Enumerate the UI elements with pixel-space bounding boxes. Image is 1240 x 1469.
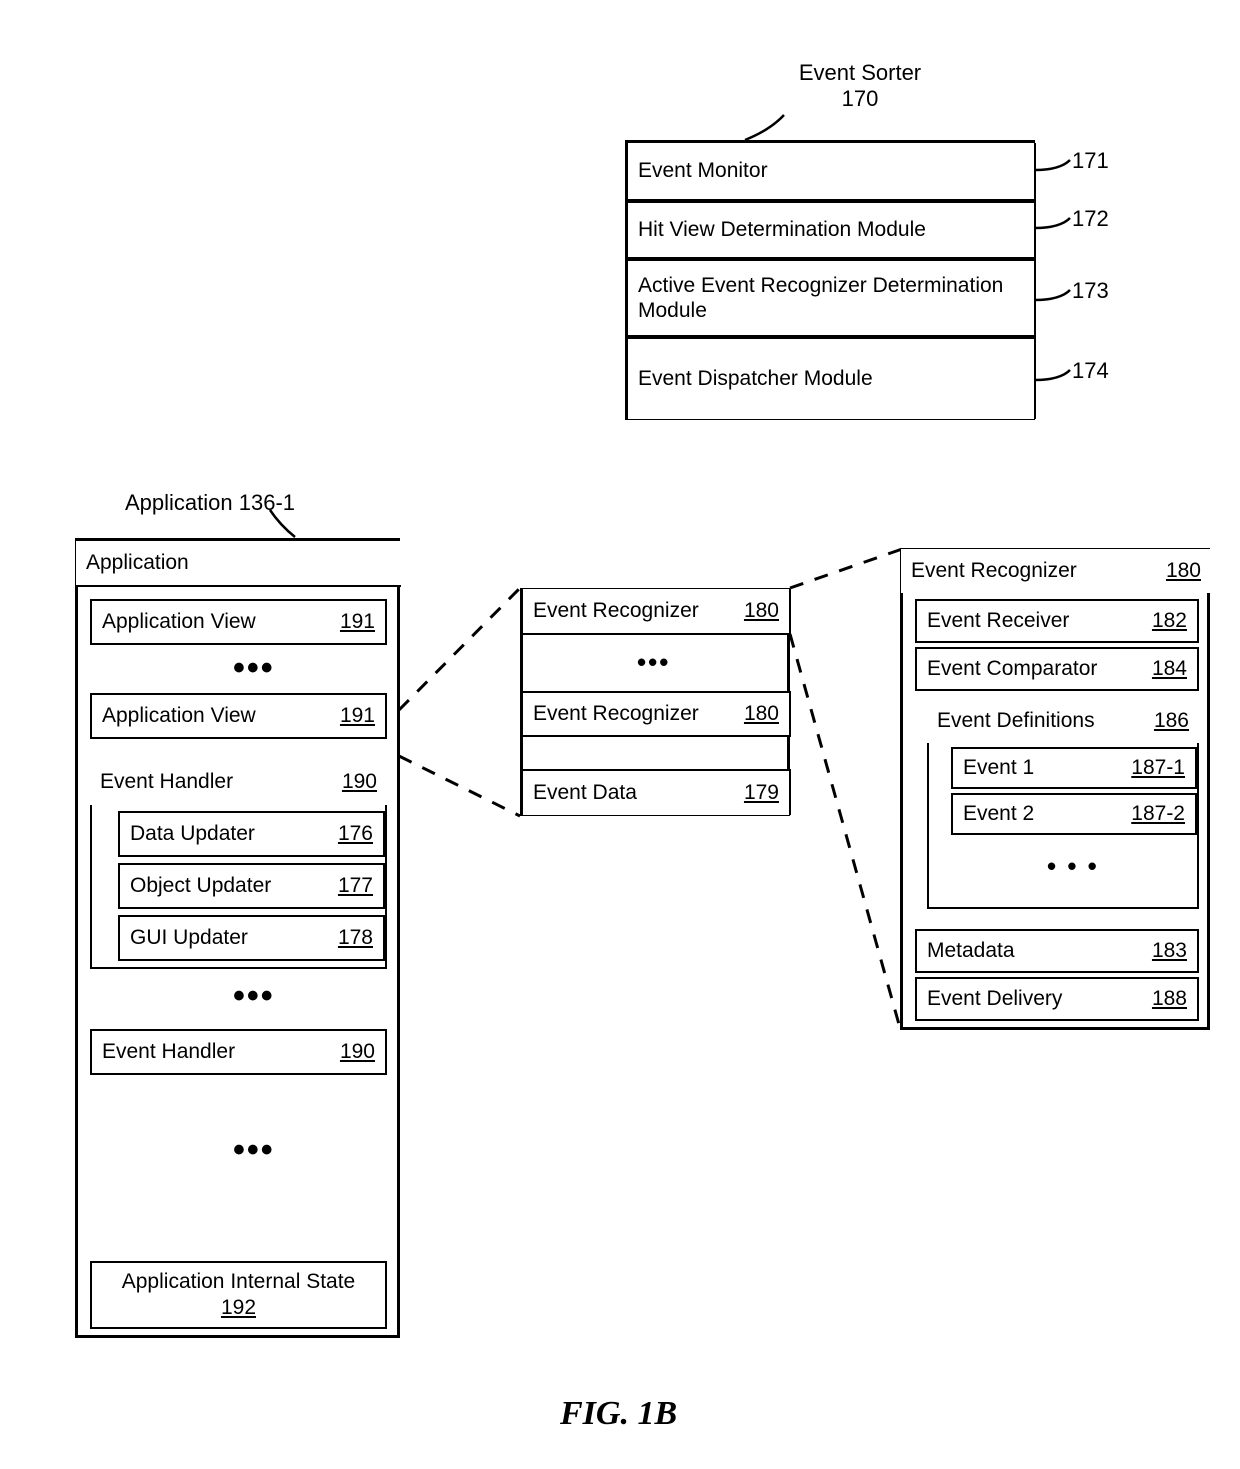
app-view-1: Application View 191	[90, 599, 387, 645]
event-sorter-title: Event Sorter 170	[760, 60, 960, 112]
event-recognizer-detail-box: Event Recognizer 180 Event Receiver 182 …	[900, 548, 1210, 1030]
diagram-canvas: Event Sorter 170 Event Monitor Hit View …	[0, 0, 1240, 1469]
active-recognizer-row: Active Event Recognizer Determination Mo…	[626, 259, 1036, 337]
dots-recognizers: •••	[637, 647, 670, 678]
event-dispatcher-row: Event Dispatcher Module	[626, 337, 1036, 419]
dots-more: •••	[233, 1131, 275, 1170]
detail-event-recognizer-1: Event Recognizer 180	[521, 589, 791, 635]
app-view-detail-box: Event Recognizer 180 ••• Event Recognize…	[520, 588, 790, 816]
event-handler-header: Event Handler 190	[90, 759, 387, 805]
event-definitions-box: Event Definitions 186 Event 1 187-1 Even…	[927, 699, 1199, 909]
event-comparator: Event Comparator 184	[915, 647, 1199, 691]
tag-172: 172	[1072, 206, 1109, 232]
tag-173: 173	[1072, 278, 1109, 304]
dots-events: • • •	[1047, 851, 1099, 882]
internal-state: Application Internal State 192	[90, 1261, 387, 1329]
dots-handlers: •••	[233, 977, 275, 1016]
event-definitions-header: Event Definitions 186	[927, 699, 1199, 743]
event-handler-box: Event Handler 190 Data Updater 176 Objec…	[90, 759, 387, 969]
event-receiver: Event Receiver 182	[915, 599, 1199, 643]
application-lead-label: Application 136-1	[125, 490, 295, 516]
tag-174: 174	[1072, 358, 1109, 384]
event-sorter-box: Event Monitor Hit View Determination Mod…	[625, 140, 1035, 420]
event-monitor-row: Event Monitor	[626, 143, 1036, 201]
app-view-2: Application View 191	[90, 693, 387, 739]
hit-view-row: Hit View Determination Module	[626, 201, 1036, 259]
er-header: Event Recognizer 180	[901, 549, 1211, 593]
event-2: Event 2 187-2	[951, 793, 1197, 835]
detail-event-data: Event Data 179	[521, 769, 791, 815]
data-updater: Data Updater 176	[118, 811, 385, 857]
dots-appview: •••	[233, 649, 275, 688]
application-header: Application	[76, 541, 401, 587]
event-handler-2: Event Handler 190	[90, 1029, 387, 1075]
event-1: Event 1 187-1	[951, 747, 1197, 789]
detail-event-recognizer-2: Event Recognizer 180	[521, 691, 791, 737]
event-delivery: Event Delivery 188	[915, 977, 1199, 1021]
tag-171: 171	[1072, 148, 1109, 174]
figure-label: FIG. 1B	[560, 1395, 677, 1433]
object-updater: Object Updater 177	[118, 863, 385, 909]
application-box: Application Application View 191 ••• App…	[75, 538, 400, 1338]
metadata: Metadata 183	[915, 929, 1199, 973]
gui-updater: GUI Updater 178	[118, 915, 385, 961]
